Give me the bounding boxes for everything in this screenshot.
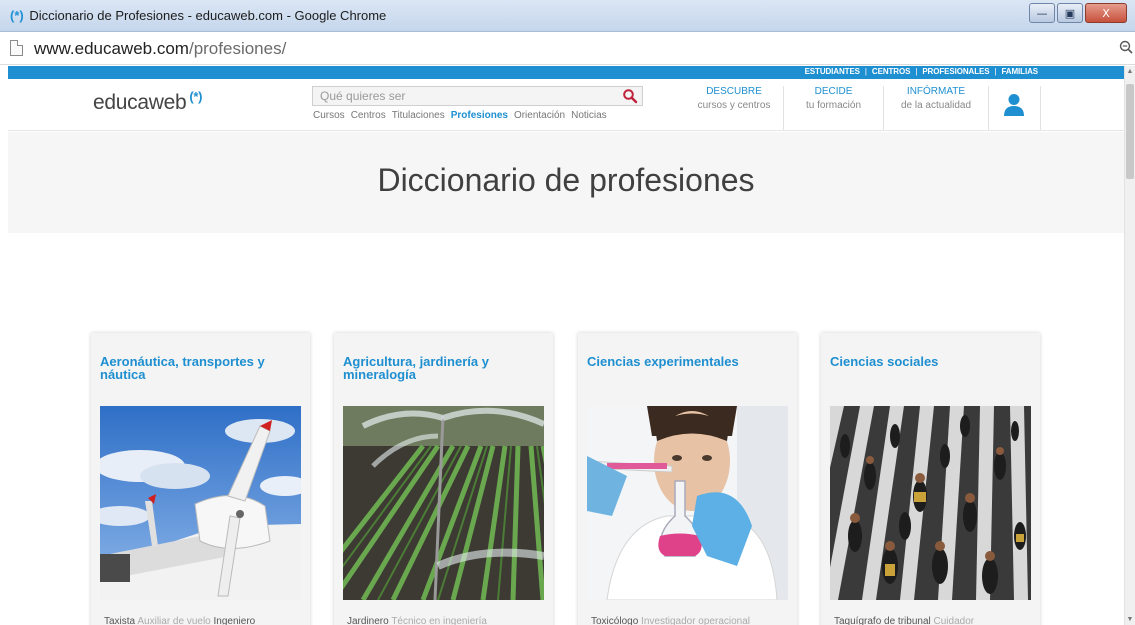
profession-link[interactable]: Jardinero	[347, 616, 389, 625]
card-title[interactable]: Ciencias sociales	[830, 355, 1025, 368]
scrollbar-thumb[interactable]	[1126, 84, 1134, 179]
link-familias[interactable]: FAMILIAS	[1001, 67, 1038, 76]
card-professions: Taquígrafo de tribunal Cuidador	[834, 616, 1034, 625]
url-path: /profesiones/	[188, 39, 287, 58]
logo-mark: (*)	[189, 89, 203, 104]
profession-link[interactable]: Cuidador	[934, 616, 975, 625]
profession-link[interactable]: Taxista	[104, 616, 135, 625]
card-title[interactable]: Ciencias experimentales	[587, 355, 782, 368]
card-professions: Toxicólogo Investigador operacional	[591, 616, 791, 625]
site-logo[interactable]: educaweb (*)	[93, 89, 203, 115]
card-image-crowd[interactable]	[830, 406, 1031, 600]
nav-orientacion[interactable]: Orientación	[514, 110, 565, 121]
profession-link[interactable]: Auxiliar de vuelo	[137, 616, 210, 625]
minimize-button[interactable]: —	[1029, 3, 1055, 23]
card-image-scientist[interactable]	[587, 406, 788, 600]
page-icon	[10, 40, 23, 56]
search-input[interactable]	[313, 87, 613, 105]
card-image-airplane[interactable]	[100, 406, 301, 600]
page-title: Diccionario de profesiones	[377, 162, 755, 198]
vertical-scrollbar[interactable]: ▲ ▼	[1124, 66, 1135, 625]
descubre-subtitle: cursos y centros	[697, 100, 771, 111]
page-hero: Diccionario de profesiones	[8, 132, 1124, 233]
link-centros[interactable]: CENTROS	[872, 67, 911, 76]
logo-text: educaweb	[93, 91, 187, 114]
card-professions: Taxista Auxiliar de vuelo Ingeniero	[104, 616, 304, 625]
descubre-title: DESCUBRE	[706, 86, 762, 97]
close-button[interactable]: X	[1085, 3, 1127, 23]
profession-link[interactable]: Ingeniero	[214, 616, 256, 625]
nav-centros[interactable]: Centros	[351, 110, 386, 121]
address-bar[interactable]: www.educaweb.com/profesiones/	[0, 32, 1135, 65]
scroll-up-icon[interactable]: ▲	[1125, 68, 1135, 75]
decide-title: DECIDE	[814, 86, 853, 97]
descubre-link[interactable]: DESCUBRE cursos y centros	[685, 86, 784, 130]
search-box	[312, 86, 643, 106]
link-profesionales[interactable]: PROFESIONALES	[922, 67, 989, 76]
informate-subtitle: de la actualidad	[900, 100, 972, 111]
web-page: ESTUDIANTES | CENTROS | PROFESIONALES | FAMILI…	[8, 66, 1124, 625]
top-bar: ESTUDIANTES | CENTROS | PROFESIONALES | FAMILI…	[8, 66, 1124, 79]
url-field[interactable]: www.educaweb.com/profesiones/	[34, 39, 286, 59]
user-account-button[interactable]	[989, 86, 1041, 130]
profession-link[interactable]: Técnico en ingeniería	[391, 616, 487, 625]
category-card[interactable]: Aeronáutica, transportes y náutica Taxis…	[91, 333, 310, 625]
profession-link[interactable]: Toxicólogo	[591, 616, 638, 625]
nav-cursos[interactable]: Cursos	[313, 110, 345, 121]
window-titlebar: (*) Diccionario de Profesiones - educawe…	[0, 0, 1135, 32]
informate-link[interactable]: INFÓRMATE de la actualidad	[884, 86, 989, 130]
card-title[interactable]: Agricultura, jardinería y mineralogía	[343, 355, 538, 381]
card-title[interactable]: Aeronáutica, transportes y náutica	[100, 355, 295, 381]
decide-subtitle: tu formación	[805, 100, 862, 111]
site-header: educaweb(*) Cursos Centros Titulaciones Pro…	[8, 79, 1124, 131]
decide-link[interactable]: DECIDE tu formación	[784, 86, 884, 130]
profession-link[interactable]: Taquígrafo de tribunal	[834, 616, 931, 625]
section-nav: Cursos Centros Titulaciones Profesiones Orie…	[313, 110, 613, 121]
search-icon[interactable]	[622, 88, 638, 104]
nav-noticias[interactable]: Noticias	[571, 110, 607, 121]
scroll-down-icon[interactable]: ▼	[1125, 616, 1135, 623]
category-card[interactable]: Agricultura, jardinería y mineralogía Ja…	[334, 333, 553, 625]
url-host: www.educaweb.com	[34, 39, 189, 58]
nav-titulaciones[interactable]: Titulaciones	[392, 110, 445, 121]
category-card[interactable]: Ciencias sociales Taquígrafo de tribunal…	[821, 333, 1040, 625]
informate-title: INFÓRMATE	[906, 86, 966, 97]
nav-profesiones[interactable]: Profesiones	[451, 110, 508, 121]
maximize-button[interactable]: ▣	[1057, 3, 1083, 23]
window-title: (*) Diccionario de Profesiones - educawe…	[10, 8, 386, 23]
link-estudiantes[interactable]: ESTUDIANTES	[805, 67, 860, 76]
profession-link[interactable]: Investigador operacional	[641, 616, 750, 625]
audience-links: ESTUDIANTES | CENTROS | PROFESIONALES | FAMILI…	[804, 67, 1039, 76]
card-professions: Jardinero Técnico en ingeniería	[347, 616, 547, 625]
zoom-icon[interactable]	[1119, 39, 1133, 58]
user-icon	[1004, 94, 1024, 116]
window-title-text: Diccionario de Profesiones - educaweb.co…	[29, 8, 387, 23]
card-image-field[interactable]	[343, 406, 544, 600]
category-card[interactable]: Ciencias experimentales Toxicólogo Inves…	[578, 333, 797, 625]
favicon-icon: (*)	[10, 8, 24, 23]
